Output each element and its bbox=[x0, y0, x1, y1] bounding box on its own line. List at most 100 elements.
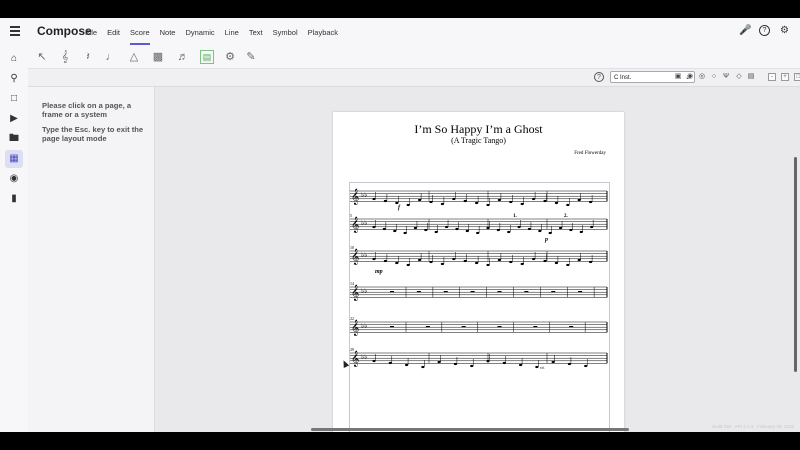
square-stop-icon[interactable]: ▣ bbox=[674, 73, 682, 81]
score-page[interactable]: I’m So Happy I’m a Ghost (A Tragic Tango… bbox=[333, 112, 624, 432]
note-head bbox=[470, 364, 474, 368]
play-icon[interactable]: ▶ bbox=[7, 112, 21, 126]
library-icon[interactable]: □ bbox=[7, 92, 21, 106]
note-head bbox=[372, 197, 376, 201]
note-head bbox=[589, 260, 593, 264]
note-head bbox=[437, 360, 441, 364]
fit-icon[interactable]: □ bbox=[794, 73, 800, 81]
piano-icon[interactable]: ▤ bbox=[747, 73, 755, 81]
horizontal-scrollbar[interactable] bbox=[311, 428, 629, 431]
note-head bbox=[566, 263, 570, 267]
key-flats-glyph: ♭♭ bbox=[361, 287, 368, 295]
vertical-scrollbar[interactable] bbox=[794, 157, 797, 372]
note-head bbox=[554, 201, 558, 205]
note-head bbox=[372, 359, 376, 363]
score-workspace[interactable]: I’m So Happy I’m a Ghost (A Tragic Tango… bbox=[155, 87, 800, 432]
note-head bbox=[551, 360, 555, 364]
score-title: I’m So Happy I’m a Ghost bbox=[414, 122, 543, 136]
menu-edit[interactable]: Edit bbox=[107, 18, 120, 46]
note-head bbox=[388, 361, 392, 365]
rest-icon[interactable]: 𝄽 bbox=[81, 50, 95, 64]
circle-dot-icon[interactable]: ◎ bbox=[698, 73, 706, 81]
menu-text[interactable]: Text bbox=[249, 18, 263, 46]
top-right-actions: 🎤 ? ⚙ bbox=[739, 25, 790, 36]
metronome-icon[interactable]: △ bbox=[127, 50, 141, 64]
note-head bbox=[444, 225, 449, 229]
volta-1: 1. bbox=[513, 214, 518, 219]
menu-dynamic[interactable]: Dynamic bbox=[185, 18, 214, 46]
rit-marking: rit. bbox=[540, 365, 545, 370]
search-icon[interactable]: ⚲ bbox=[7, 72, 21, 86]
note-head bbox=[452, 197, 456, 201]
score-subtitle: (A Tragic Tango) bbox=[451, 136, 506, 145]
page-layout-icon[interactable]: ▤ bbox=[200, 50, 214, 64]
bottom-letterbox bbox=[0, 432, 800, 450]
exit-icon[interactable]: ▮ bbox=[7, 192, 21, 206]
key-flats-glyph: ♭♭ bbox=[361, 322, 368, 330]
minus-icon[interactable]: - bbox=[768, 73, 776, 81]
note-head bbox=[486, 203, 490, 207]
help-icon[interactable]: ? bbox=[759, 25, 770, 36]
menu-playback[interactable]: Playback bbox=[308, 18, 338, 46]
menu-file[interactable]: File bbox=[85, 18, 97, 46]
layout-icon[interactable]: ▦ bbox=[5, 150, 23, 168]
home-icon[interactable]: ⌂ bbox=[7, 52, 21, 66]
arrow-icon[interactable]: ↖ bbox=[35, 50, 49, 64]
note-head bbox=[543, 199, 547, 203]
plus-icon[interactable]: + bbox=[781, 73, 789, 81]
help-circle-icon[interactable]: ? bbox=[594, 72, 604, 82]
note-head bbox=[548, 231, 552, 235]
whole-rest bbox=[497, 326, 502, 328]
dynamic-marking: mp bbox=[375, 269, 383, 275]
mic-icon[interactable]: 🎤 bbox=[739, 25, 751, 36]
note-icon[interactable]: ♩ bbox=[104, 50, 118, 64]
note-head bbox=[520, 202, 524, 206]
circle-outline-icon[interactable]: ○ bbox=[710, 73, 718, 81]
keyboard-icon[interactable]: ▩ bbox=[151, 50, 165, 64]
folder-icon[interactable]: 🖿 bbox=[7, 132, 21, 146]
note-head bbox=[543, 259, 547, 263]
note-input-icon[interactable]: ♬ bbox=[176, 50, 190, 64]
help-text-2: Type the Esc. key to exit the page layou… bbox=[42, 125, 144, 143]
note-head bbox=[566, 203, 570, 207]
staff-systems: 𝄞 ♭♭𝄞 ♭♭5𝄞 ♭♭10𝄞 ♭♭14𝄞 ♭♭22𝄞 ♭♭29fpmp1. 2.rit. bbox=[350, 189, 608, 370]
note-head bbox=[424, 228, 428, 232]
circle-icon[interactable]: ◉ bbox=[686, 73, 694, 81]
menu-score[interactable]: Score bbox=[130, 18, 150, 46]
note-head bbox=[463, 259, 467, 263]
note-head bbox=[418, 198, 422, 202]
whole-rest bbox=[569, 326, 574, 328]
settings-icon[interactable]: ⚙ bbox=[779, 25, 790, 36]
note-head bbox=[440, 202, 444, 206]
note-head bbox=[496, 228, 500, 232]
hamburger-menu-icon[interactable] bbox=[10, 26, 20, 36]
dynamic-marking: p bbox=[544, 237, 548, 243]
measure-number: 10 bbox=[350, 245, 354, 250]
note-head bbox=[532, 197, 536, 201]
note-head bbox=[393, 229, 397, 233]
note-head bbox=[535, 365, 539, 369]
main-menu: File Edit Score Note Dynamic Line Text Symbol Pl… bbox=[80, 18, 343, 46]
note-head bbox=[509, 260, 513, 264]
whole-rest bbox=[533, 326, 538, 328]
menu-symbol[interactable]: Symbol bbox=[273, 18, 298, 46]
view-toolbar: ? C Inst. ⌄ ▣ ◉ ◎ ○ Ψ ◇ ▤ - + □ bbox=[28, 69, 800, 87]
note-head bbox=[404, 363, 409, 367]
menu-note[interactable]: Note bbox=[160, 18, 176, 46]
instrument-select[interactable]: C Inst. ⌄ bbox=[610, 71, 695, 83]
note-head bbox=[502, 361, 506, 365]
note-head bbox=[476, 231, 480, 235]
note-head bbox=[475, 201, 479, 205]
pen-icon[interactable]: ✎ bbox=[244, 50, 258, 64]
whole-rest bbox=[443, 291, 448, 293]
menu-line[interactable]: Line bbox=[225, 18, 239, 46]
diamond-icon[interactable]: ◇ bbox=[735, 73, 743, 81]
treble-clef-icon[interactable]: 𝄞 bbox=[58, 50, 72, 64]
note-head bbox=[413, 226, 418, 230]
note-head bbox=[434, 230, 438, 234]
music-frame[interactable]: 𝄞 ♭♭ 𝄞 ♭♭ 5 𝄞 ♭♭ 10 𝄞 ♭♭ 14 𝄞 ♭♭ 22 𝄞 ♭♭ 29 f p mp 1. 2. rit. bbox=[349, 182, 610, 432]
view-icon[interactable]: ◉ bbox=[7, 172, 21, 186]
note-head bbox=[403, 231, 407, 235]
gear-icon[interactable]: ⚙ bbox=[223, 50, 237, 64]
tuning-fork-icon[interactable]: Ψ bbox=[722, 73, 730, 81]
